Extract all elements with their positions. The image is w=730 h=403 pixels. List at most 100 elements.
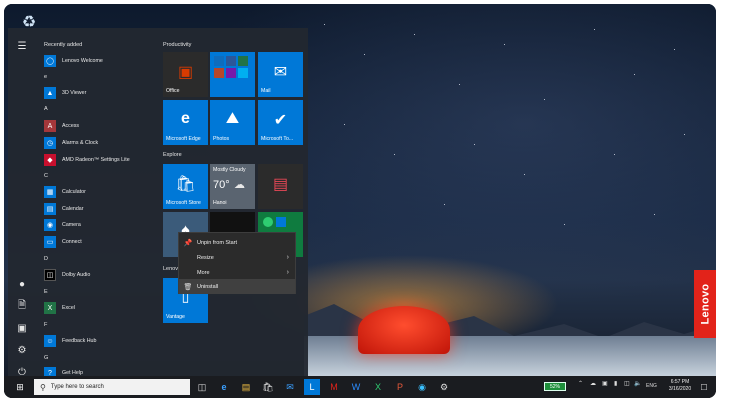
tile-microsoft-todo[interactable]: ✔ Microsoft To... <box>258 100 303 145</box>
onenote-icon <box>226 68 236 78</box>
store-taskbar-icon[interactable]: 🛍 <box>260 379 276 395</box>
app-lenovo-welcome[interactable]: ◯ Lenovo Welcome <box>44 54 103 68</box>
menu-item-uninstall[interactable]: 🗑 Uninstall <box>179 279 295 294</box>
mail-taskbar-icon[interactable]: ✉ <box>282 379 298 395</box>
tile-office[interactable]: ▣ Office <box>163 52 208 97</box>
tile-label: Mail <box>261 88 271 94</box>
app-calculator[interactable]: ▦ Calculator <box>44 185 86 199</box>
tile-news[interactable]: ▤ <box>258 164 303 209</box>
xbox-icon <box>263 217 273 227</box>
app-access[interactable]: A Access <box>44 119 79 133</box>
settings-gear-icon[interactable]: ⚙ <box>16 344 28 356</box>
menu-item-more[interactable]: More › <box>179 265 295 280</box>
menu-item-unpin[interactable]: 📌 Unpin from Start <box>179 235 295 250</box>
group-explore[interactable]: Explore <box>163 152 182 158</box>
lenovo-logo: Lenovo <box>694 270 716 338</box>
word-taskbar-icon[interactable]: W <box>348 379 364 395</box>
app-connect[interactable]: ▭ Connect <box>44 235 82 249</box>
calculator-icon: ▦ <box>44 186 56 198</box>
search-icon: ⚲ <box>40 382 46 392</box>
app-label: Calculator <box>62 189 86 195</box>
app-excel[interactable]: X Excel <box>44 301 75 315</box>
tile-label: Office <box>166 88 180 94</box>
app-label: Dolby Audio <box>62 272 91 278</box>
app-calendar[interactable]: ▤ Calendar <box>44 202 84 216</box>
app-label: Connect <box>62 239 82 245</box>
lenovo-logo-text: Lenovo <box>699 283 712 325</box>
user-avatar-icon[interactable]: ● <box>16 278 28 290</box>
cloud-tray-icon[interactable]: ☁ <box>590 380 596 387</box>
battery-indicator[interactable]: 52% <box>544 382 566 391</box>
pictures-icon[interactable]: ▣ <box>16 322 28 334</box>
clock[interactable]: 6:57 PM 3/16/2020 <box>662 379 698 393</box>
section-letter-e[interactable]: e <box>44 74 47 80</box>
lenovo-vantage-taskbar-icon[interactable]: L <box>304 379 320 395</box>
globe-app-icon[interactable]: ◉ <box>414 379 430 395</box>
hamburger-menu-icon[interactable]: ☰ <box>16 40 28 52</box>
tile-mail[interactable]: ✉ Mail <box>258 52 303 97</box>
menu-item-label: Unpin from Start <box>197 239 238 246</box>
mcafee-icon[interactable]: M <box>326 379 342 395</box>
menu-item-label: More <box>197 269 210 276</box>
network-icon[interactable]: ◫ <box>624 380 630 387</box>
section-letter-a[interactable]: A <box>44 106 48 112</box>
settings-taskbar-icon[interactable]: ⚙ <box>436 379 452 395</box>
tile-photos[interactable]: ⛰ Photos <box>210 100 255 145</box>
app-label: Feedback Hub <box>62 338 97 344</box>
weather-city: Hanoi <box>213 200 227 206</box>
language-indicator[interactable]: ENG <box>646 383 657 389</box>
app-alarms-clock[interactable]: ◷ Alarms & Clock <box>44 136 98 150</box>
movies-icon <box>276 217 286 227</box>
tile-label: Microsoft Edge <box>166 136 201 142</box>
tile-microsoft-edge[interactable]: e Microsoft Edge <box>163 100 208 145</box>
task-view-icon[interactable]: ◫ <box>194 379 210 395</box>
battery-tray-icon[interactable]: ▮ <box>614 380 617 387</box>
volume-icon[interactable]: 🔈 <box>634 380 641 387</box>
search-box[interactable]: ⚲ Type here to search <box>34 379 190 395</box>
cube-icon: ▲ <box>44 87 56 99</box>
app-3d-viewer[interactable]: ▲ 3D Viewer <box>44 86 86 100</box>
unpin-icon: 📌 <box>183 239 193 247</box>
notifications-icon[interactable]: ☐ <box>696 379 712 395</box>
section-letter-e2[interactable]: E <box>44 289 48 295</box>
section-letter-g[interactable]: G <box>44 355 48 361</box>
photos-icon: ⛰ <box>225 110 240 127</box>
excel-icon: X <box>44 302 56 314</box>
tile-weather[interactable]: Mostly Cloudy 70° ☁ Hanoi <box>210 164 255 209</box>
tile-app-folder[interactable] <box>210 52 255 97</box>
tile-microsoft-store[interactable]: 🛍 Microsoft Store <box>163 164 208 209</box>
app-camera[interactable]: ◉ Camera <box>44 218 81 232</box>
app-label: AMD Radeon™ Settings Lite <box>62 157 130 163</box>
amd-icon: ◆ <box>44 154 56 166</box>
show-hidden-icons[interactable]: ⌃ <box>578 380 583 387</box>
excel-taskbar-icon[interactable]: X <box>370 379 386 395</box>
onedrive-icon <box>214 56 224 66</box>
screenshot-frame: ♻ Lenovo ☰ ● 🗎 ▣ ⚙ ⏻ Recently added ◯ Le… <box>4 4 716 398</box>
menu-item-resize[interactable]: Resize › <box>179 250 295 265</box>
app-amd-radeon[interactable]: ◆ AMD Radeon™ Settings Lite <box>44 153 130 167</box>
taskbar: ⊞ ⚲ Type here to search ◫ e ▤ 🛍 ✉ L M W … <box>4 376 716 398</box>
section-letter-f[interactable]: F <box>44 322 47 328</box>
app-list: Recently added ◯ Lenovo Welcome e ▲ 3D V… <box>38 28 158 380</box>
app-tray-icon[interactable]: ▣ <box>602 380 608 387</box>
group-productivity[interactable]: Productivity <box>163 42 191 48</box>
file-explorer-icon[interactable]: ▤ <box>238 379 254 395</box>
app-label: Camera <box>62 222 81 228</box>
documents-icon[interactable]: 🗎 <box>16 300 28 312</box>
excel-mini-icon <box>238 56 248 66</box>
app-feedback-hub[interactable]: ☺ Feedback Hub <box>44 334 96 348</box>
edge-taskbar-icon[interactable]: e <box>216 379 232 395</box>
start-rail: ☰ ● 🗎 ▣ ⚙ ⏻ <box>8 28 36 380</box>
app-dolby-audio[interactable]: ◫ Dolby Audio <box>44 268 90 282</box>
windows-start-icon[interactable]: ⊞ <box>12 379 28 395</box>
section-letter-c[interactable]: C <box>44 173 48 179</box>
weather-temperature: 70° <box>213 179 230 191</box>
menu-item-label: Resize <box>197 254 214 261</box>
cloud-icon: ☁ <box>234 179 245 191</box>
powerpoint-taskbar-icon[interactable]: P <box>392 379 408 395</box>
tile-label: Microsoft Store <box>166 200 201 206</box>
red-tent <box>358 306 450 354</box>
search-placeholder: Type here to search <box>50 384 104 390</box>
group-lenovo[interactable]: Lenov <box>163 266 178 272</box>
section-letter-d[interactable]: D <box>44 256 48 262</box>
